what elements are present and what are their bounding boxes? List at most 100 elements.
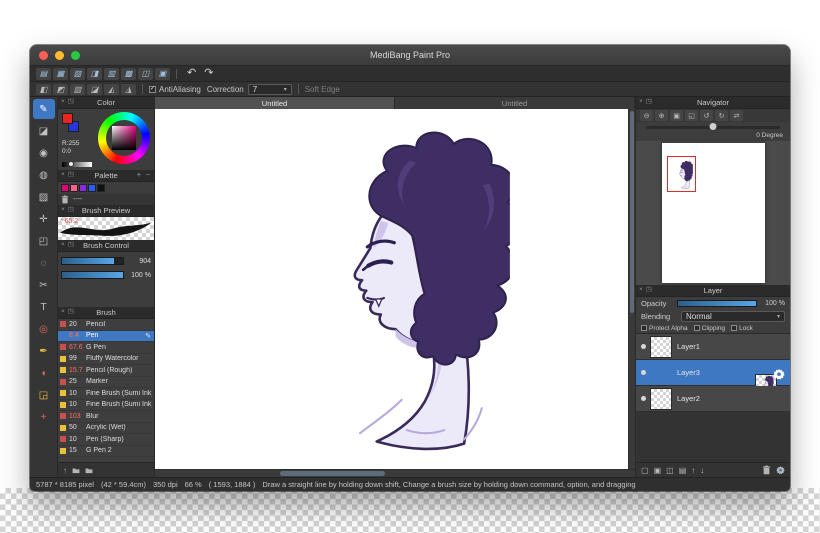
toolbar-icon[interactable]: ◨ <box>87 67 102 80</box>
navigator-tool-button[interactable]: ▣ <box>670 110 683 121</box>
layer-row[interactable]: Layer3 <box>636 360 790 396</box>
palette-swatch[interactable] <box>97 184 105 192</box>
panel-close-icon[interactable]: × <box>61 99 65 106</box>
navigator-canvas-thumbnail[interactable] <box>662 143 765 283</box>
brush-list-item[interactable]: 25 Marker ✎ <box>58 377 154 388</box>
vertical-scroll-thumb[interactable] <box>630 111 634 313</box>
tool-button[interactable]: ◲ <box>33 385 55 405</box>
brush-list-item[interactable]: 103 Blur ✎ <box>58 411 154 423</box>
navigator-tool-button[interactable]: ◱ <box>685 110 698 121</box>
redo-button[interactable]: ↷ <box>200 68 217 79</box>
tool-button[interactable]: T <box>33 297 55 317</box>
brush-list-item[interactable]: 8.4 Pen ✎ <box>58 330 154 342</box>
panel-close-icon[interactable]: × <box>61 309 65 316</box>
brush-list-item[interactable]: 20 Pencil ✎ <box>58 319 154 331</box>
tool-button[interactable]: ◖ <box>33 363 55 383</box>
slider-track[interactable] <box>61 257 124 265</box>
zoom-slider-track[interactable] <box>646 123 780 130</box>
tool-button[interactable]: ✂ <box>33 275 55 295</box>
panel-close-icon[interactable]: × <box>61 172 65 179</box>
panel-popout-icon[interactable]: ◳ <box>68 207 74 214</box>
palette-list-row[interactable]: ---- <box>58 194 154 205</box>
correction-select[interactable]: 7 ▾ <box>247 83 292 95</box>
tool-button[interactable]: + <box>33 407 55 427</box>
brush-option-icon[interactable]: ◮ <box>121 83 136 95</box>
brush-list-item[interactable]: 50 Acrylic (Wet) ✎ <box>58 423 154 434</box>
tool-button[interactable]: ✎ <box>32 99 55 119</box>
layer-toolbar-button[interactable]: ▢ <box>641 466 649 475</box>
panel-popout-icon[interactable]: ◳ <box>68 172 74 179</box>
layer-visibility-toggle[interactable] <box>636 344 650 349</box>
panel-close-icon[interactable]: × <box>61 242 65 249</box>
horizontal-scroll-thumb[interactable] <box>279 471 386 476</box>
navigator-viewport-rectangle[interactable] <box>667 156 696 192</box>
palette-swatch[interactable] <box>70 184 78 192</box>
foreground-color-swatch[interactable] <box>62 113 73 124</box>
brush-option-icon[interactable]: ◩ <box>53 83 68 95</box>
tool-button[interactable]: ◉ <box>33 143 55 163</box>
navigator-tool-button[interactable]: ↺ <box>700 110 713 121</box>
opacity-slider[interactable] <box>677 300 757 307</box>
delete-layer-trash-icon[interactable] <box>762 465 771 475</box>
brush-sort-up-button[interactable]: ↑ <box>63 466 67 475</box>
tool-button[interactable]: ◪ <box>33 121 55 141</box>
brush-list-item[interactable]: 67.6 G Pen ✎ <box>58 342 154 354</box>
panel-close-icon[interactable]: × <box>61 207 65 214</box>
toolbar-icon[interactable]: ▧ <box>70 67 85 80</box>
layer-row[interactable]: Layer1 <box>636 334 790 360</box>
layer-toolbar-button[interactable]: ↑ <box>691 466 695 475</box>
brush-option-icon[interactable]: ◧ <box>36 83 51 95</box>
panel-popout-icon[interactable]: ◳ <box>646 99 652 106</box>
brush-control-slider[interactable]: 904 <box>61 257 151 265</box>
add-palette-color-button[interactable]: + <box>136 172 142 179</box>
palette-swatch[interactable] <box>88 184 96 192</box>
panel-popout-icon[interactable]: ◳ <box>68 99 74 106</box>
canvas[interactable] <box>155 109 635 469</box>
toolbar-icon[interactable]: ▩ <box>121 67 136 80</box>
color-wheel[interactable] <box>98 112 150 164</box>
brush-list-item[interactable]: 99 Fluffy Watercolor ✎ <box>58 354 154 365</box>
layer-toolbar-button[interactable]: ◫ <box>666 466 674 475</box>
brush-list-item[interactable]: 10 Pen (Sharp) ✎ <box>58 434 154 446</box>
panel-popout-icon[interactable]: ◳ <box>646 287 652 294</box>
undo-button[interactable]: ↶ <box>183 68 200 79</box>
antialiasing-checkbox[interactable]: ✓ AntiAliasing <box>149 85 201 94</box>
panel-popout-icon[interactable]: ◳ <box>68 242 74 249</box>
canvas-tab[interactable]: Untitled <box>395 97 635 109</box>
remove-palette-color-button[interactable]: − <box>145 172 151 179</box>
layer-settings-gear-icon[interactable] <box>773 367 785 379</box>
palette-swatch[interactable] <box>61 184 69 192</box>
toolbar-icon[interactable]: ▥ <box>104 67 119 80</box>
brush-list-item[interactable]: 15.7 Pencil (Rough) ✎ <box>58 365 154 377</box>
close-window-button[interactable] <box>39 50 48 60</box>
slider-track[interactable] <box>61 271 124 279</box>
edit-brush-icon[interactable]: ✎ <box>145 332 152 340</box>
navigator-tool-button[interactable]: ↻ <box>715 110 728 121</box>
brush-folder-icon[interactable] <box>72 466 80 475</box>
toolbar-icon[interactable]: ▤ <box>36 67 51 80</box>
saturation-value-square[interactable] <box>112 126 136 150</box>
layer-toolbar-button[interactable]: ↓ <box>700 466 704 475</box>
navigator-zoom-slider[interactable] <box>636 122 790 132</box>
brush-option-icon[interactable]: ◭ <box>104 83 119 95</box>
tool-button[interactable]: ◌ <box>33 253 55 273</box>
zoom-slider-knob[interactable] <box>709 123 717 130</box>
toolbar-icon[interactable]: ◫ <box>138 67 153 80</box>
layer-row[interactable]: Layer2 <box>636 386 790 412</box>
toolbar-icon[interactable]: ▦ <box>53 67 68 80</box>
brush-list-item[interactable]: 15 G Pen 2 ✎ <box>58 446 154 457</box>
layer-menu-gear-icon[interactable] <box>776 465 785 475</box>
tool-button[interactable]: ◍ <box>33 165 55 185</box>
canvas-horizontal-scrollbar[interactable] <box>155 469 635 477</box>
layer-toolbar-button[interactable]: ▣ <box>654 466 662 475</box>
layer-option-checkbox[interactable]: Clipping <box>693 325 725 332</box>
brush-list-item[interactable]: 10 Fine Brush (Sumi Ink) ✎ <box>58 400 154 411</box>
navigator-tool-button[interactable]: ⊖ <box>640 110 653 121</box>
brush-control-slider[interactable]: 100 % <box>61 271 151 279</box>
toolbar-icon[interactable]: ▣ <box>155 67 170 80</box>
layer-visibility-toggle[interactable] <box>636 396 650 401</box>
tool-button[interactable]: ◰ <box>33 231 55 251</box>
tool-button[interactable]: ✛ <box>33 209 55 229</box>
zoom-window-button[interactable] <box>71 50 80 60</box>
tool-button[interactable]: ◎ <box>33 319 55 339</box>
